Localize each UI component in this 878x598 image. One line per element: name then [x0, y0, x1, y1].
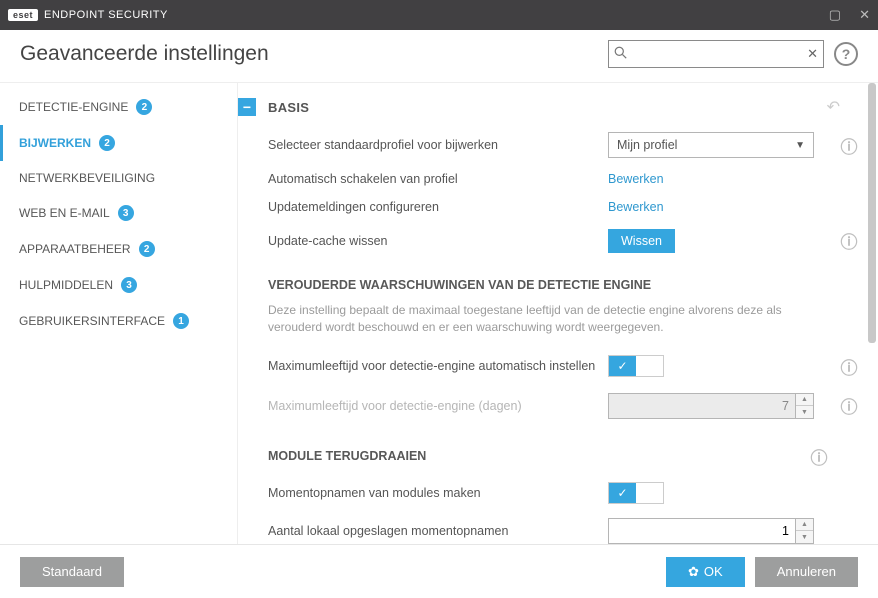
edit-link[interactable]: Bewerken — [608, 172, 664, 186]
search-box: ✕ — [608, 40, 824, 68]
page-title: Geavanceerde instellingen — [20, 42, 269, 66]
sidebar-item-device-control[interactable]: APPARAATBEHEER 2 — [0, 231, 237, 267]
row-notifications: Updatemeldingen configureren Bewerken — [238, 193, 864, 221]
label: Update-cache wissen — [268, 234, 608, 248]
product-name: ENDPOINT SECURITY — [44, 9, 168, 21]
label: Aantal lokaal opgeslagen momentopnamen — [268, 524, 608, 538]
info-icon[interactable]: ⓘ — [834, 228, 864, 253]
section-rollback-header: MODULE TERUGDRAAIEN ⓘ — [238, 426, 864, 475]
sidebar-badge: 2 — [99, 135, 115, 151]
snapshot-count-spinner[interactable]: ▲▼ — [608, 518, 814, 544]
ok-label: OK — [704, 564, 723, 579]
default-button[interactable]: Standaard — [20, 557, 124, 587]
row-clear-cache: Update-cache wissen Wissen ⓘ — [238, 221, 864, 260]
subsection-title: MODULE TERUGDRAAIEN — [268, 449, 426, 463]
label: Momentopnamen van modules maken — [268, 486, 608, 500]
sidebar-item-network[interactable]: NETWERKBEVEILIGING — [0, 161, 237, 195]
help-button[interactable]: ? — [834, 42, 858, 66]
footer: Standaard ✿ OK Annuleren — [0, 544, 878, 598]
sidebar-item-tools[interactable]: HULPMIDDELEN 3 — [0, 267, 237, 303]
clear-button[interactable]: Wissen — [608, 229, 675, 253]
close-icon[interactable]: ✕ — [859, 7, 870, 23]
row-max-age-days: Maximumleeftijd voor detectie-engine (da… — [238, 386, 864, 426]
section-basic-header[interactable]: − BASIS ↶ — [238, 89, 864, 125]
collapse-icon[interactable]: − — [238, 98, 256, 116]
sidebar-item-label: HULPMIDDELEN — [19, 278, 113, 292]
sidebar-item-ui[interactable]: GEBRUIKERSINTERFACE 1 — [0, 303, 237, 339]
sidebar-item-label: GEBRUIKERSINTERFACE — [19, 314, 165, 328]
spinner-down-icon[interactable]: ▼ — [796, 531, 813, 543]
sidebar-badge: 2 — [139, 241, 155, 257]
content-pane: − BASIS ↶ Selecteer standaardprofiel voo… — [238, 83, 878, 544]
sidebar-item-label: APPARAATBEHEER — [19, 242, 131, 256]
clear-search-icon[interactable]: ✕ — [807, 46, 818, 62]
label: Updatemeldingen configureren — [268, 200, 608, 214]
search-input[interactable] — [608, 40, 824, 68]
sidebar-item-update[interactable]: BIJWERKEN 2 — [0, 125, 237, 161]
section-outdated-header: VEROUDERDE WAARSCHUWINGEN VAN DE DETECTI… — [238, 260, 864, 298]
info-icon[interactable]: ⓘ — [834, 393, 864, 418]
label: Maximumleeftijd voor detectie-engine (da… — [268, 399, 608, 413]
label: Automatisch schakelen van profiel — [268, 172, 608, 186]
sidebar-item-label: DETECTIE-ENGINE — [19, 100, 128, 114]
subsection-title: VEROUDERDE WAARSCHUWINGEN VAN DE DETECTI… — [268, 278, 651, 292]
search-icon — [614, 46, 627, 62]
sidebar-badge: 3 — [118, 205, 134, 221]
section-desc: Deze instelling bepaalt de maximaal toeg… — [238, 298, 838, 347]
dropdown-value: Mijn profiel — [617, 138, 677, 152]
sidebar-item-label: WEB EN E-MAIL — [19, 206, 110, 220]
chevron-down-icon: ▼ — [795, 140, 805, 151]
sidebar-item-label: NETWERKBEVEILIGING — [19, 171, 155, 185]
brand: eset ENDPOINT SECURITY — [8, 9, 168, 21]
cancel-button[interactable]: Annuleren — [755, 557, 858, 587]
check-icon: ✓ — [609, 483, 636, 503]
sidebar-badge: 3 — [121, 277, 137, 293]
scrollbar[interactable] — [868, 83, 876, 544]
max-age-spinner: ▲▼ — [608, 393, 814, 419]
maximize-icon[interactable]: ▢ — [829, 7, 841, 23]
ok-button[interactable]: ✿ OK — [666, 557, 745, 587]
sidebar-item-label: BIJWERKEN — [19, 136, 91, 150]
row-local-snapshot-count: Aantal lokaal opgeslagen momentopnamen ▲… — [238, 511, 864, 544]
spinner-up-icon[interactable]: ▲ — [796, 519, 813, 532]
gear-icon: ✿ — [688, 564, 699, 580]
toggle-snapshots[interactable]: ✓ — [608, 482, 664, 504]
section-title: BASIS — [268, 100, 309, 115]
sidebar: DETECTIE-ENGINE 2 BIJWERKEN 2 NETWERKBEV… — [0, 83, 238, 544]
spinner-down-icon: ▼ — [796, 406, 813, 418]
info-icon[interactable]: ⓘ — [834, 133, 864, 158]
profile-dropdown[interactable]: Mijn profiel ▼ — [608, 132, 814, 158]
revert-icon[interactable]: ↶ — [827, 97, 840, 117]
row-auto-switch: Automatisch schakelen van profiel Bewerk… — [238, 165, 864, 193]
window-controls: ▢ ✕ — [829, 7, 870, 23]
edit-link[interactable]: Bewerken — [608, 200, 664, 214]
toggle-auto-max-age[interactable]: ✓ — [608, 355, 664, 377]
spinner-up-icon: ▲ — [796, 394, 813, 407]
snapshot-count-input[interactable] — [608, 518, 796, 544]
row-make-snapshots: Momentopnamen van modules maken ✓ — [238, 475, 864, 511]
sidebar-badge: 2 — [136, 99, 152, 115]
sidebar-item-web-email[interactable]: WEB EN E-MAIL 3 — [0, 195, 237, 231]
brand-badge: eset — [8, 9, 38, 21]
max-age-input — [608, 393, 796, 419]
check-icon: ✓ — [609, 356, 636, 376]
info-icon[interactable]: ⓘ — [834, 354, 864, 379]
label: Selecteer standaardprofiel voor bijwerke… — [268, 138, 608, 152]
sidebar-badge: 1 — [173, 313, 189, 329]
sidebar-item-detection-engine[interactable]: DETECTIE-ENGINE 2 — [0, 89, 237, 125]
row-auto-max-age: Maximumleeftijd voor detectie-engine aut… — [238, 347, 864, 386]
info-icon[interactable]: ⓘ — [804, 444, 834, 469]
header-bar: Geavanceerde instellingen ✕ ? — [0, 30, 878, 83]
row-default-profile: Selecteer standaardprofiel voor bijwerke… — [238, 125, 864, 165]
titlebar: eset ENDPOINT SECURITY ▢ ✕ — [0, 0, 878, 30]
label: Maximumleeftijd voor detectie-engine aut… — [268, 359, 608, 373]
